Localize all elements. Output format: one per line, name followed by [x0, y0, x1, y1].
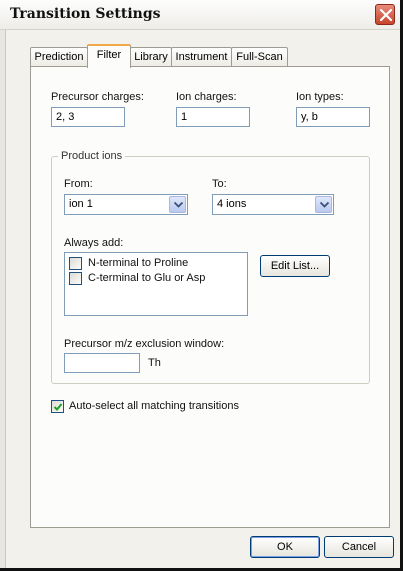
check-icon [53, 403, 63, 411]
ion-types-label: Ion types: [296, 91, 344, 103]
list-item-label: N-terminal to Proline [88, 257, 189, 269]
exclusion-window-label: Precursor m/z exclusion window: [64, 338, 225, 350]
tab-full-scan[interactable]: Full-Scan [231, 47, 288, 67]
transition-settings-dialog: Transition Settings Prediction Filter Li… [0, 0, 403, 571]
ok-button[interactable]: OK [250, 536, 320, 558]
cancel-button[interactable]: Cancel [324, 536, 394, 558]
n-terminal-proline-checkbox[interactable] [69, 257, 82, 270]
window-frame-left [0, 30, 6, 568]
to-dropdown-button[interactable] [315, 196, 332, 213]
tab-label: Prediction [34, 51, 84, 63]
tab-prediction[interactable]: Prediction [30, 47, 88, 67]
ion-charges-input[interactable]: 1 [176, 107, 250, 127]
from-combo-value: ion 1 [69, 198, 93, 210]
list-item-label: C-terminal to Glu or Asp [88, 272, 206, 284]
close-button[interactable] [375, 4, 395, 25]
exclusion-window-input[interactable] [64, 353, 140, 373]
tab-label: Library [134, 51, 168, 63]
tab-filter[interactable]: Filter [87, 44, 131, 68]
exclusion-unit-label: Th [148, 357, 161, 369]
to-combo-value: 4 ions [217, 198, 247, 210]
chevron-down-icon [320, 202, 329, 208]
precursor-charges-label: Precursor charges: [51, 91, 144, 103]
tab-label: Full-Scan [236, 51, 283, 63]
to-label: To: [212, 178, 227, 190]
title-bar[interactable]: Transition Settings [0, 0, 400, 30]
precursor-charges-input[interactable]: 2, 3 [51, 107, 125, 127]
c-terminal-glu-asp-checkbox[interactable] [69, 272, 82, 285]
edit-list-button[interactable]: Edit List... [260, 255, 330, 277]
from-combo[interactable]: ion 1 [64, 194, 188, 215]
from-dropdown-button[interactable] [169, 196, 186, 213]
auto-select-label[interactable]: Auto-select all matching transitions [69, 400, 239, 412]
chevron-down-icon [174, 202, 183, 208]
ion-types-input[interactable]: y, b [296, 107, 370, 127]
auto-select-checkbox[interactable] [51, 400, 64, 413]
from-label: From: [64, 178, 93, 190]
product-ions-group-title: Product ions [58, 150, 126, 162]
always-add-list[interactable]: N-terminal to Proline C-terminal to Glu … [64, 252, 248, 316]
tab-library[interactable]: Library [130, 47, 172, 67]
ion-charges-label: Ion charges: [176, 91, 237, 103]
tab-instrument[interactable]: Instrument [171, 47, 232, 67]
tab-label: Instrument [175, 51, 228, 63]
always-add-label: Always add: [64, 237, 124, 249]
close-icon [380, 9, 392, 21]
tab-label: Filter [96, 49, 122, 61]
to-combo[interactable]: 4 ions [212, 194, 334, 215]
window-title: Transition Settings [10, 6, 161, 22]
